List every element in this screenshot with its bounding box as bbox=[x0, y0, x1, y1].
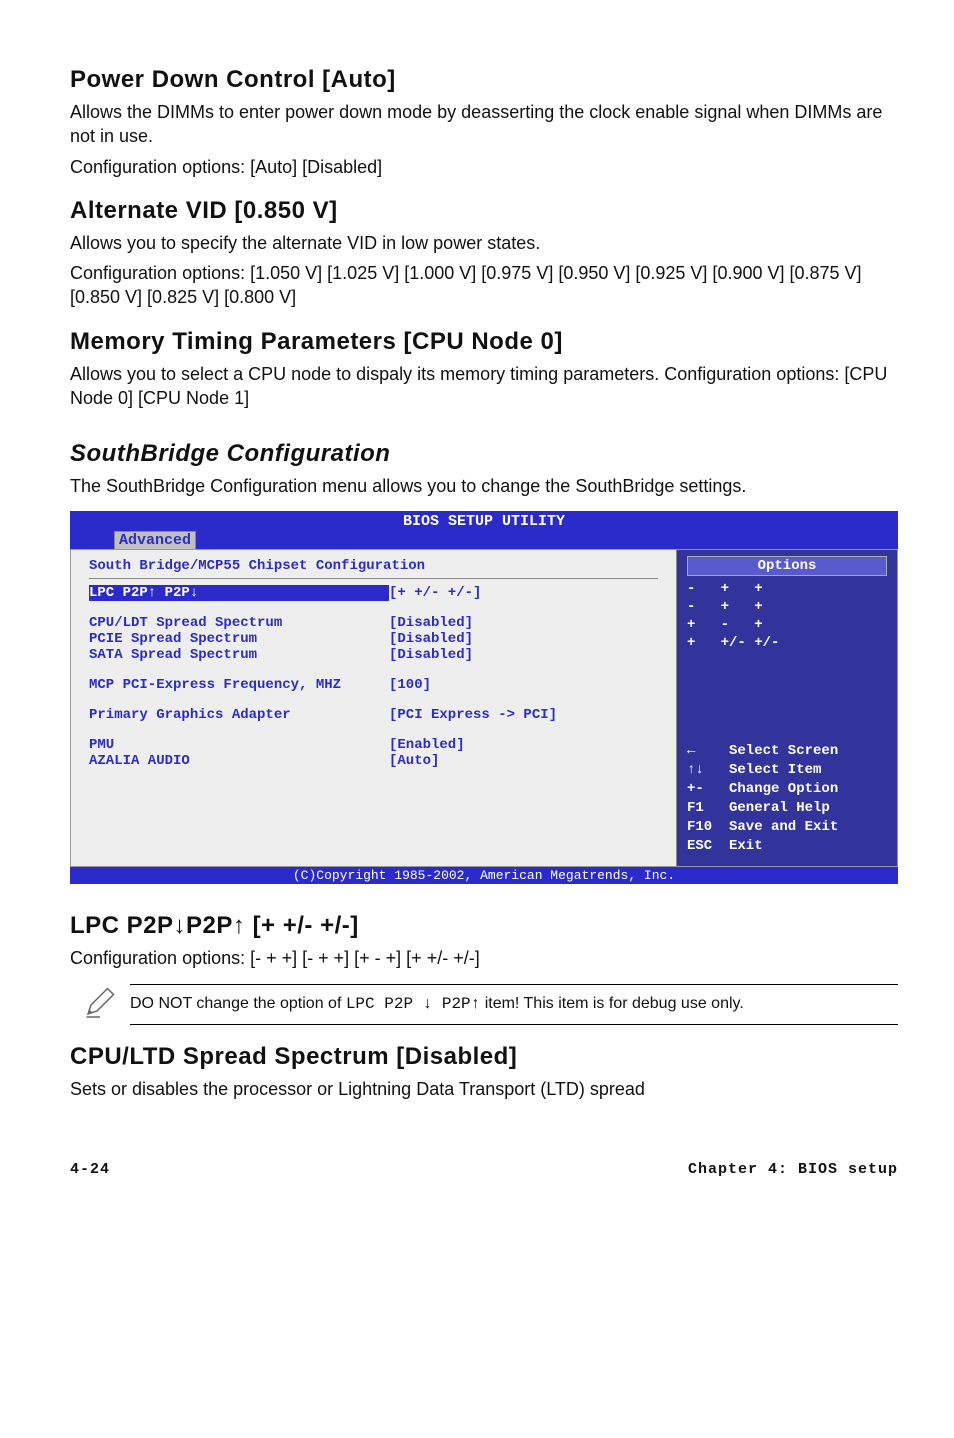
bios-row: CPU/LDT Spread Spectrum [Disabled] bbox=[89, 615, 658, 631]
bios-row: LPC P2P↑ P2P↓ [+ +/- +/-] bbox=[89, 585, 658, 601]
bios-titlebar: BIOS SETUP UTILITY Advanced bbox=[70, 511, 898, 549]
bios-nav-line: +-Change Option bbox=[687, 780, 887, 799]
heading-cpu-ltd-spread: CPU/LTD Spread Spectrum [Disabled] bbox=[70, 1043, 898, 1071]
text: Configuration options: [Auto] [Disabled] bbox=[70, 155, 898, 179]
bios-nav-text: Select Screen bbox=[729, 742, 838, 761]
note-text: DO NOT change the option of LPC P2P ↓ P2… bbox=[130, 984, 898, 1025]
bios-row-label: CPU/LDT Spread Spectrum bbox=[89, 615, 389, 631]
text: Allows you to specify the alternate VID … bbox=[70, 231, 898, 255]
bios-nav-line: ←Select Screen bbox=[687, 742, 887, 761]
text: Allows the DIMMs to enter power down mod… bbox=[70, 100, 898, 149]
bios-tab-advanced: Advanced bbox=[114, 531, 196, 549]
bios-nav-text: Save and Exit bbox=[729, 818, 838, 837]
bios-nav-key: F1 bbox=[687, 799, 729, 818]
page-chapter: Chapter 4: BIOS setup bbox=[688, 1161, 898, 1178]
bios-row: Primary Graphics Adapter [PCI Express ->… bbox=[89, 707, 658, 723]
text: Allows you to select a CPU node to dispa… bbox=[70, 362, 898, 411]
divider bbox=[89, 578, 658, 579]
bios-row: PMU [Enabled] bbox=[89, 737, 658, 753]
bios-left-panel: South Bridge/MCP55 Chipset Configuration… bbox=[71, 550, 677, 866]
bios-body: South Bridge/MCP55 Chipset Configuration… bbox=[70, 549, 898, 867]
bios-nav-line: F10Save and Exit bbox=[687, 818, 887, 837]
bios-row-value: [100] bbox=[389, 677, 431, 693]
bios-nav-line: F1General Help bbox=[687, 799, 887, 818]
text: The SouthBridge Configuration menu allow… bbox=[70, 474, 898, 498]
bios-row-label: MCP PCI-Express Frequency, MHZ bbox=[89, 677, 389, 693]
bios-row-label: AZALIA AUDIO bbox=[89, 753, 389, 769]
bios-row-value: [Auto] bbox=[389, 753, 439, 769]
bios-screenshot: BIOS SETUP UTILITY Advanced South Bridge… bbox=[70, 511, 898, 884]
bios-help-line: + - + bbox=[687, 616, 887, 634]
note-mono: LPC P2P ↓ P2P↑ bbox=[346, 995, 480, 1013]
bios-row-value: [Disabled] bbox=[389, 647, 473, 663]
bios-title: BIOS SETUP UTILITY bbox=[70, 513, 898, 530]
bios-row-value: [Disabled] bbox=[389, 615, 473, 631]
heading-power-down: Power Down Control [Auto] bbox=[70, 66, 898, 94]
bios-footer: (C)Copyright 1985-2002, American Megatre… bbox=[70, 867, 898, 884]
note-pre: DO NOT change the option of bbox=[130, 995, 346, 1012]
bios-row-label: Primary Graphics Adapter bbox=[89, 707, 389, 723]
bios-help-title: Options bbox=[687, 556, 887, 576]
bios-row: MCP PCI-Express Frequency, MHZ [100] bbox=[89, 677, 658, 693]
bios-nav-line: ESCExit bbox=[687, 837, 887, 856]
bios-nav-key: ← bbox=[687, 742, 729, 761]
bios-nav-block: ←Select Screen ↑↓Select Item +-Change Op… bbox=[687, 742, 887, 855]
bios-row: SATA Spread Spectrum [Disabled] bbox=[89, 647, 658, 663]
note-block: DO NOT change the option of LPC P2P ↓ P2… bbox=[70, 984, 898, 1025]
bios-help-line: + +/- +/- bbox=[687, 634, 887, 652]
bios-nav-key: ↑↓ bbox=[687, 761, 729, 780]
bios-row-label: LPC P2P↑ P2P↓ bbox=[89, 585, 389, 601]
bios-nav-key: +- bbox=[687, 780, 729, 799]
bios-nav-text: Exit bbox=[729, 837, 763, 856]
bios-row-label: PCIE Spread Spectrum bbox=[89, 631, 389, 647]
page-number: 4-24 bbox=[70, 1161, 110, 1178]
bios-help-line: - + + bbox=[687, 580, 887, 598]
bios-help-line: - + + bbox=[687, 598, 887, 616]
bios-nav-line: ↑↓Select Item bbox=[687, 761, 887, 780]
bios-nav-key: ESC bbox=[687, 837, 729, 856]
bios-row: PCIE Spread Spectrum [Disabled] bbox=[89, 631, 658, 647]
text: Sets or disables the processor or Lightn… bbox=[70, 1077, 898, 1101]
heading-alternate-vid: Alternate VID [0.850 V] bbox=[70, 197, 898, 225]
heading-lpc-p2p: LPC P2P↓P2P↑ [+ +/- +/-] bbox=[70, 912, 898, 940]
note-post: item! This item is for debug use only. bbox=[480, 995, 744, 1012]
bios-nav-text: Select Item bbox=[729, 761, 821, 780]
bios-row-value: [Disabled] bbox=[389, 631, 473, 647]
pencil-icon bbox=[70, 984, 130, 1025]
bios-nav-text: Change Option bbox=[729, 780, 838, 799]
bios-nav-key: F10 bbox=[687, 818, 729, 837]
heading-memory-timing: Memory Timing Parameters [CPU Node 0] bbox=[70, 328, 898, 356]
bios-section-heading: South Bridge/MCP55 Chipset Configuration bbox=[89, 558, 658, 574]
text: Configuration options: [1.050 V] [1.025 … bbox=[70, 261, 898, 310]
bios-row-value: [+ +/- +/-] bbox=[389, 585, 481, 601]
bios-row: AZALIA AUDIO [Auto] bbox=[89, 753, 658, 769]
bios-row-value: [Enabled] bbox=[389, 737, 465, 753]
bios-row-value: [PCI Express -> PCI] bbox=[389, 707, 557, 723]
heading-southbridge: SouthBridge Configuration bbox=[70, 440, 898, 468]
bios-nav-text: General Help bbox=[729, 799, 830, 818]
page-footer: 4-24 Chapter 4: BIOS setup bbox=[70, 1161, 898, 1178]
bios-row-label: PMU bbox=[89, 737, 389, 753]
text: Configuration options: [- + +] [- + +] [… bbox=[70, 946, 898, 970]
bios-row-label: SATA Spread Spectrum bbox=[89, 647, 389, 663]
bios-right-panel: Options - + + - + + + - + + +/- +/- ←Sel… bbox=[677, 550, 897, 866]
